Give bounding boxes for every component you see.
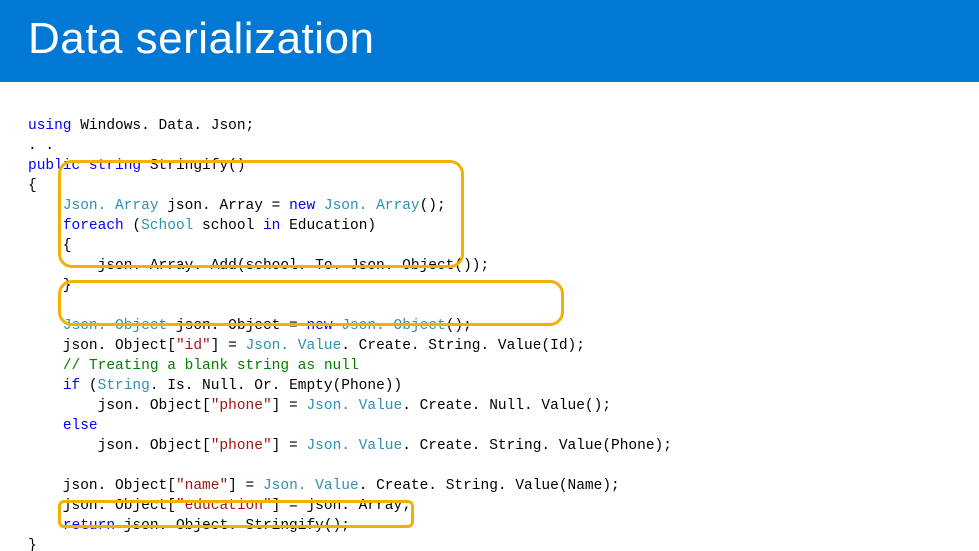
code-line: json. Object["id"] = Json. Value. Create… — [28, 338, 585, 354]
type: Json. Array — [324, 198, 420, 214]
code-line: { — [28, 238, 72, 254]
code-line: return json. Object. Stringify(); — [28, 518, 350, 534]
code-line: json. Object["education"] = json. Array; — [28, 498, 411, 514]
code-text: . Create. Null. Value(); — [402, 398, 611, 414]
code-text: json. Object. Stringify(); — [115, 518, 350, 534]
keyword: foreach — [63, 218, 124, 234]
keyword: using — [28, 118, 72, 134]
code-text: Windows. Data. Json; — [72, 118, 255, 134]
code-text — [28, 418, 63, 434]
type: Json. Array — [63, 198, 159, 214]
slide-title: Data serialization — [0, 0, 979, 82]
code-line: json. Array. Add(school. To. Json. Objec… — [28, 258, 489, 274]
code-line: public string Stringify() — [28, 158, 246, 174]
code-line: json. Object["phone"] = Json. Value. Cre… — [28, 398, 611, 414]
code-line: Json. Object json. Object = new Json. Ob… — [28, 318, 472, 334]
code-text: json. Object[ — [28, 438, 211, 454]
keyword: return — [63, 518, 115, 534]
code-text: . Create. String. Value(Name); — [359, 478, 620, 494]
code-text: . Create. String. Value(Id); — [341, 338, 585, 354]
code-text: Education) — [280, 218, 376, 234]
code-line: { — [28, 178, 37, 194]
keyword: public — [28, 158, 80, 174]
code-text: ] = — [228, 478, 263, 494]
keyword: if — [63, 378, 80, 394]
code-line: else — [28, 418, 98, 434]
code-text: ( — [80, 378, 97, 394]
type: School — [141, 218, 193, 234]
code-line: // Treating a blank string as null — [28, 358, 359, 374]
code-text — [28, 378, 63, 394]
code-line: json. Object["phone"] = Json. Value. Cre… — [28, 438, 672, 454]
code-line: . . — [28, 138, 54, 154]
code-line: using Windows. Data. Json; — [28, 118, 254, 134]
code-text: (); — [420, 198, 446, 214]
code-text: Stringify() — [141, 158, 245, 174]
code-line: } — [28, 538, 37, 551]
code-text: ] = — [272, 398, 307, 414]
code-line: json. Object["name"] = Json. Value. Crea… — [28, 478, 620, 494]
keyword: in — [263, 218, 280, 234]
code-text: school — [193, 218, 263, 234]
code-text: json. Object[ — [28, 338, 176, 354]
code-text: json. Array = — [159, 198, 290, 214]
type: Json. Object — [341, 318, 445, 334]
keyword: new — [289, 198, 315, 214]
keyword: else — [63, 418, 98, 434]
string: "name" — [176, 478, 228, 494]
code-text — [28, 318, 63, 334]
code-text: (); — [446, 318, 472, 334]
code-text — [28, 218, 63, 234]
code-text: . Create. String. Value(Phone); — [402, 438, 672, 454]
type: Json. Value — [306, 398, 402, 414]
code-text: ] = json. Array; — [272, 498, 411, 514]
keyword: new — [306, 318, 332, 334]
code-text: . Is. Null. Or. Empty(Phone)) — [150, 378, 402, 394]
code-block: using Windows. Data. Json; . . public st… — [0, 82, 979, 551]
code-text: json. Object[ — [28, 498, 176, 514]
code-line: } — [28, 278, 72, 294]
string: "education" — [176, 498, 272, 514]
code-text: ( — [124, 218, 141, 234]
type: String — [98, 378, 150, 394]
comment: // Treating a blank string as null — [63, 358, 359, 374]
code-text: json. Object[ — [28, 478, 176, 494]
type: Json. Value — [246, 338, 342, 354]
code-text — [80, 158, 89, 174]
code-text — [28, 358, 63, 374]
code-text: json. Object = — [167, 318, 306, 334]
type: Json. Value — [263, 478, 359, 494]
string: "id" — [176, 338, 211, 354]
type: Json. Object — [63, 318, 167, 334]
code-text: ] = — [211, 338, 246, 354]
code-text — [28, 198, 63, 214]
code-line — [28, 458, 37, 474]
code-line — [28, 298, 37, 314]
type: Json. Value — [306, 438, 402, 454]
code-line: foreach (School school in Education) — [28, 218, 376, 234]
code-text — [28, 518, 63, 534]
string: "phone" — [211, 438, 272, 454]
code-text: json. Object[ — [28, 398, 211, 414]
code-text — [315, 198, 324, 214]
code-line: if (String. Is. Null. Or. Empty(Phone)) — [28, 378, 402, 394]
string: "phone" — [211, 398, 272, 414]
code-text: ] = — [272, 438, 307, 454]
code-text — [333, 318, 342, 334]
code-line: Json. Array json. Array = new Json. Arra… — [28, 198, 446, 214]
keyword: string — [89, 158, 141, 174]
highlight-box-1 — [58, 160, 464, 268]
